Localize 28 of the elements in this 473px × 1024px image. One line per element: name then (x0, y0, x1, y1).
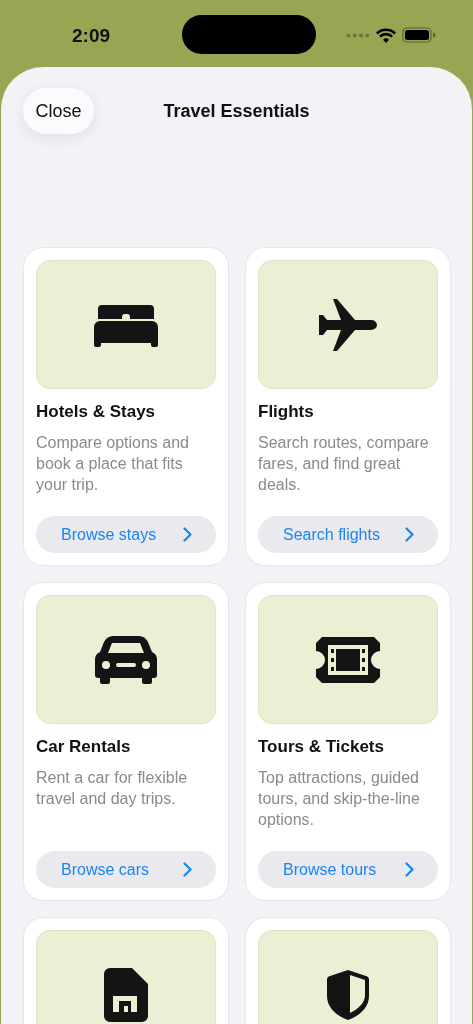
card-title: Flights (258, 402, 315, 422)
chevron-icon (405, 862, 414, 877)
card-description: Search routes, compare fares, and find great deals. (258, 433, 430, 495)
airplane-icon (319, 298, 377, 351)
card-description: Rent a car for flexible travel and day trips. (36, 768, 189, 809)
ticket-icon (316, 636, 380, 683)
card-description: Top attractions, guided tours, and skip-the-line options. (258, 768, 421, 830)
chevron-icon (183, 527, 192, 542)
wifi-icon (376, 27, 396, 43)
card-description: Compare options and book a place that fits your trip. (36, 433, 190, 495)
shield-icon (327, 969, 369, 1020)
chevron-icon (405, 527, 414, 542)
bed-icon (94, 302, 158, 347)
car-icon (95, 635, 157, 684)
category-card[interactable]: Hotels & Stays Compare options and book a place that fits your trip. Browse stays (23, 247, 229, 566)
card-title: Tours & Tickets (258, 737, 385, 757)
battery-icon (402, 27, 436, 43)
sim-card-icon (104, 967, 148, 1022)
card-title: Car Rentals (36, 737, 132, 757)
sheet-title: Travel Essentials (162, 100, 311, 122)
category-card[interactable]: Car Rentals Rent a car for flexible travel and day trips. Browse cars (23, 582, 229, 901)
signal-icon (346, 32, 370, 38)
category-card[interactable]: Tours & Tickets Top attractions, guided tours, and skip-the-line options. Browse tours (245, 582, 451, 901)
close-button[interactable]: Close (23, 88, 94, 134)
card-title: Hotels & Stays (36, 402, 157, 422)
status-time: 2:09 (71, 25, 111, 47)
chevron-icon (183, 862, 192, 877)
category-card[interactable]: Flights Search routes, compare fares, and find great deals. Search flights (245, 247, 451, 566)
